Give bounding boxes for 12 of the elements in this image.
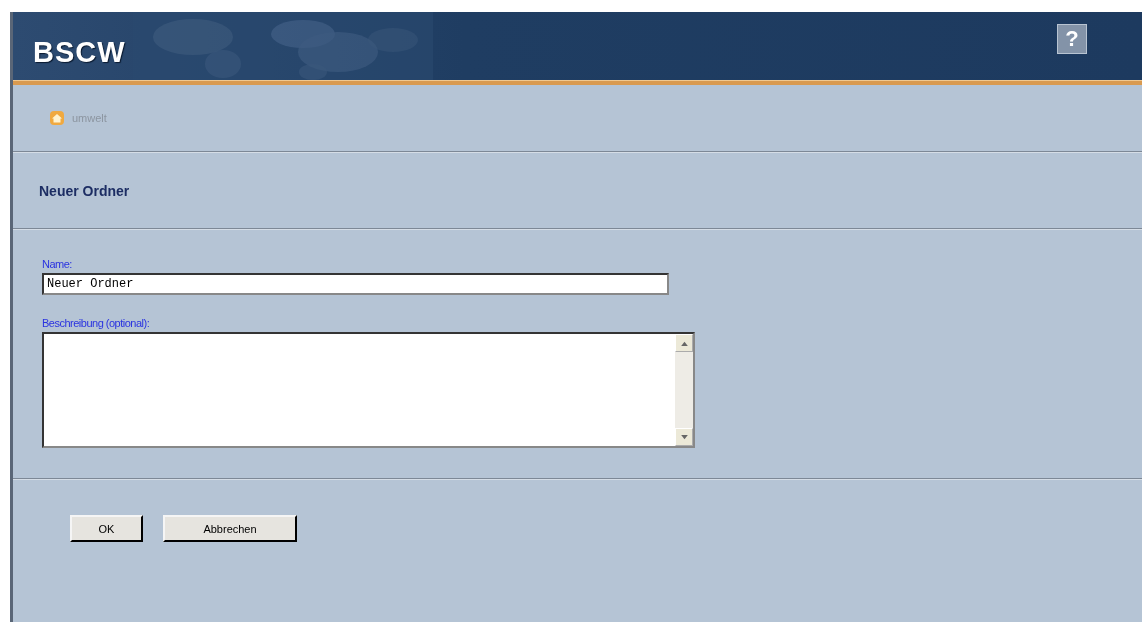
name-field[interactable]: Neuer Ordner	[42, 273, 669, 295]
scroll-up-icon[interactable]	[675, 334, 693, 352]
field-label: Beschreibung (optional):	[42, 317, 151, 329]
scrollbar[interactable]	[675, 334, 693, 446]
field-label: Name:	[42, 258, 73, 270]
dialog-button[interactable]: OK	[70, 515, 143, 542]
page-title: Neuer Ordner	[38, 181, 131, 201]
scroll-down-icon[interactable]	[675, 428, 693, 446]
description-field[interactable]	[42, 332, 695, 448]
dialog-button[interactable]: Abbrechen	[163, 515, 297, 542]
home-icon	[49, 110, 65, 126]
logo: BSCW	[33, 35, 126, 69]
